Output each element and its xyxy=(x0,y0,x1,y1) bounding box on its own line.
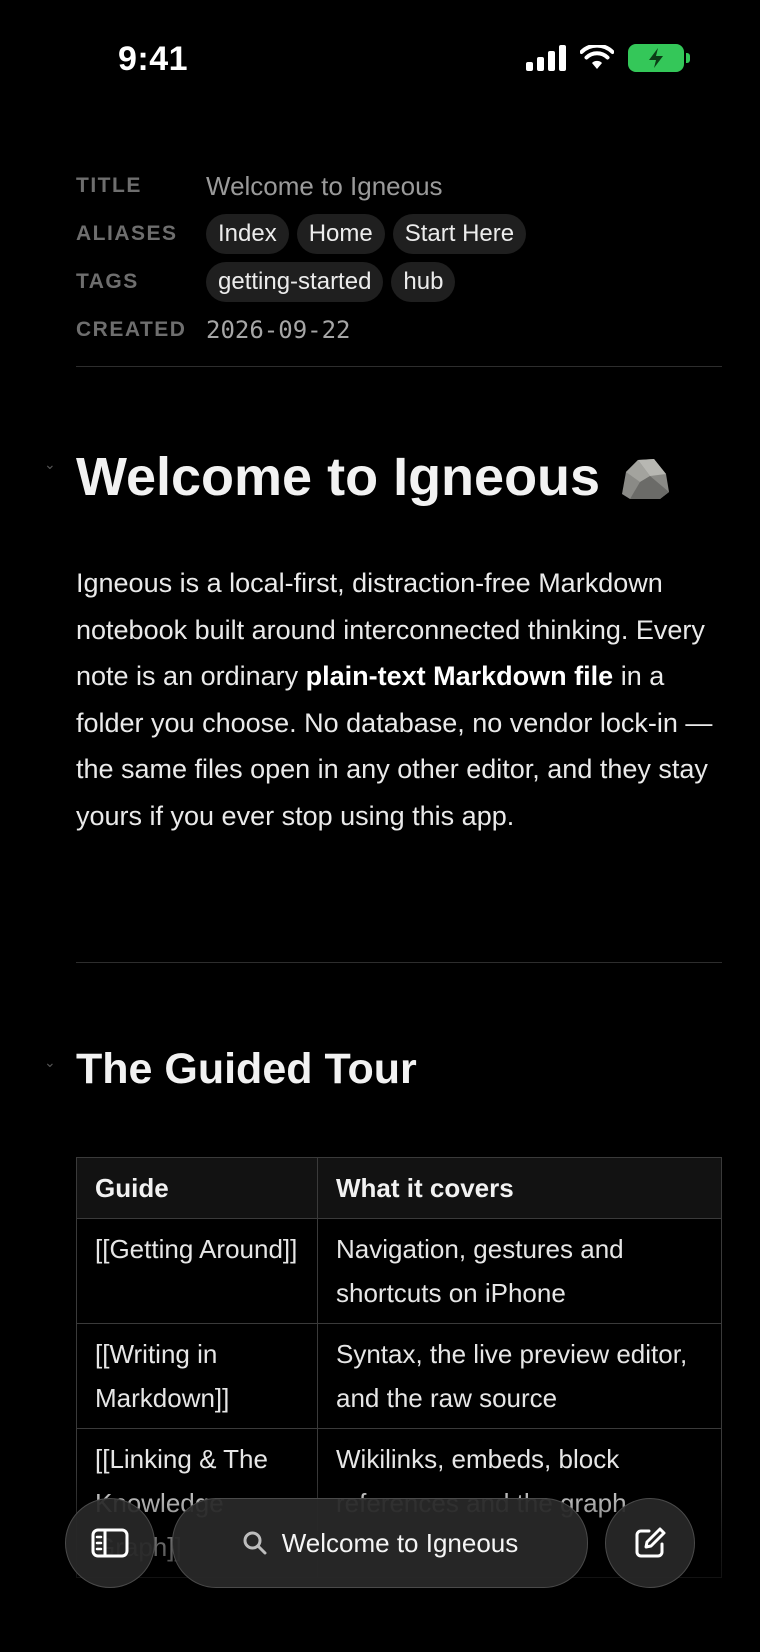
section-divider xyxy=(76,962,722,963)
property-label: TAGS xyxy=(76,270,139,293)
heading-text: Welcome to Igneous xyxy=(76,447,601,507)
property-created: CREATED 2026-09-22 xyxy=(76,306,722,354)
note-heading: Welcome to Igneous xyxy=(76,446,672,508)
search-icon xyxy=(243,1531,267,1555)
section-heading: The Guided Tour xyxy=(76,1045,417,1093)
created-value[interactable]: 2026-09-22 xyxy=(206,316,351,344)
property-label: ALIASES xyxy=(76,222,178,245)
intro-paragraph: Igneous is a local-first, distraction-fr… xyxy=(76,560,726,839)
alias-chip[interactable]: Home xyxy=(296,214,385,254)
alias-chip[interactable]: Start Here xyxy=(392,214,527,254)
table-cell: Navigation, gestures and shortcuts on iP… xyxy=(317,1218,722,1324)
battery-charging-icon xyxy=(628,44,690,72)
tag-chip[interactable]: hub xyxy=(391,262,456,302)
property-label: CREATED xyxy=(76,318,187,341)
table-header: Guide xyxy=(76,1157,318,1219)
wifi-icon xyxy=(580,45,614,69)
status-icons xyxy=(526,44,690,72)
wikilink-cell[interactable]: [[Getting Around]] xyxy=(76,1218,318,1324)
search-bar[interactable]: Welcome to Igneous xyxy=(172,1498,588,1588)
note-properties: TITLE Welcome to Igneous ALIASES Index H… xyxy=(76,162,722,354)
sidebar-icon xyxy=(91,1528,129,1558)
search-bar-label: Welcome to Igneous xyxy=(281,1527,519,1558)
table-row: [[Getting Around]] Navigation, gestures … xyxy=(76,1218,722,1324)
status-bar: 9:41 xyxy=(0,0,760,120)
fold-heading-icon[interactable]: ⌄ xyxy=(44,1054,56,1071)
tag-chip[interactable]: getting-started xyxy=(206,262,384,302)
fold-heading-icon[interactable]: ⌄ xyxy=(44,456,56,473)
properties-divider xyxy=(76,366,722,367)
table-cell: Syntax, the live preview editor, and the… xyxy=(317,1323,722,1429)
property-aliases: ALIASES Index Home Start Here xyxy=(76,210,722,258)
new-note-button[interactable] xyxy=(605,1498,695,1588)
property-title: TITLE Welcome to Igneous xyxy=(76,162,722,210)
wikilink-cell[interactable]: [[Writing in Markdown]] xyxy=(76,1323,318,1429)
rock-icon xyxy=(622,459,670,499)
alias-chip[interactable]: Index xyxy=(206,214,289,254)
table-row: [[Writing in Markdown]] Syntax, the live… xyxy=(76,1323,722,1429)
table-header: What it covers xyxy=(317,1157,722,1219)
table-header-row: Guide What it covers xyxy=(76,1157,722,1219)
sidebar-toggle-button[interactable] xyxy=(65,1498,155,1588)
property-tags: TAGS getting-started hub xyxy=(76,258,722,306)
compose-icon xyxy=(635,1527,666,1558)
cellular-signal-icon xyxy=(526,45,566,71)
property-label: TITLE xyxy=(76,174,142,197)
title-value[interactable]: Welcome to Igneous xyxy=(206,171,443,202)
status-time: 9:41 xyxy=(118,40,189,78)
intro-bold-text: plain-text Markdown file xyxy=(305,661,614,691)
